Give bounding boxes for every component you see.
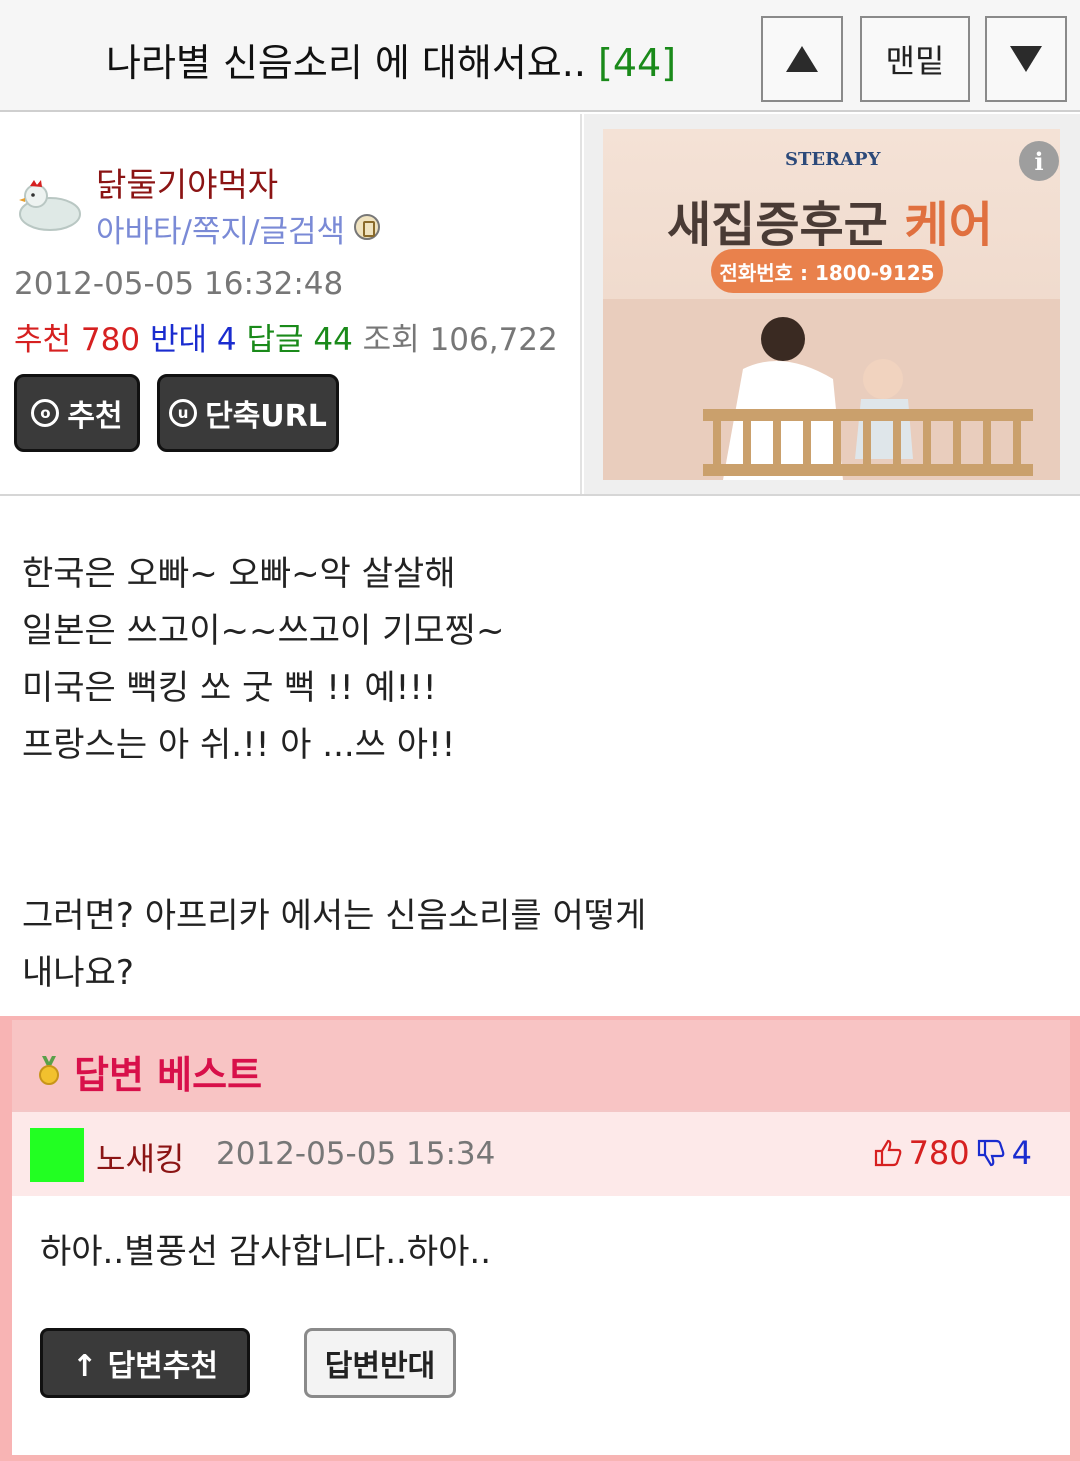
best-answer-header: 답변 베스트 xyxy=(12,1020,1070,1110)
post-datetime: 2012-05-05 16:32:48 xyxy=(14,266,344,302)
top-header-bar: 나라별 신음소리 에 대해서요.. [44] 맨밑 xyxy=(0,0,1080,112)
best-answer-section: 답변 베스트 노새킹 2012-05-05 15:34 780 4 하아..별풍… xyxy=(0,1016,1080,1461)
short-url-button-label: 단축URL xyxy=(205,399,327,434)
ad-phone: 전화번호 : 1800-9125 xyxy=(711,249,943,293)
post-spacer xyxy=(22,774,1062,888)
reply-count[interactable]: [44] xyxy=(598,41,676,85)
section-divider xyxy=(0,494,1080,496)
page-title: 나라별 신음소리 에 대해서요.. [44] xyxy=(106,32,676,87)
post-title: 나라별 신음소리 에 대해서요.. xyxy=(106,41,586,85)
post-body: 한국은 오빠~ 오빠~악 살살해 일본은 쓰고이~~쓰고이 기모찡~ 미국은 뻑… xyxy=(22,546,1062,1002)
ad-headline-accent: 케어 xyxy=(904,197,993,253)
reply-votes: 780 4 xyxy=(873,1134,1032,1172)
post-stats: 추천 780 반대 4 답글 44 조회 106,722 xyxy=(14,314,558,359)
reply-downvotes: 4 xyxy=(1011,1134,1032,1172)
go-bottom-button[interactable]: 맨밑 xyxy=(860,16,970,102)
best-answer-title: 답변 베스트 xyxy=(74,1053,263,1097)
thumbs-up-icon xyxy=(874,1139,901,1167)
ad-banner[interactable]: STERAPY 새집증후군 케어 전화번호 : 1800-9125 i xyxy=(603,129,1060,480)
info-icon[interactable]: i xyxy=(1019,141,1059,181)
reply-meta-bar: 노새킹 2012-05-05 15:34 780 4 xyxy=(12,1110,1070,1196)
reply-text: 하아..별풍선 감사합니다..하아.. xyxy=(40,1232,492,1272)
best-answer-body: 노새킹 2012-05-05 15:34 780 4 하아..별풍선 감사합니다… xyxy=(12,1110,1070,1455)
chicken-avatar-icon[interactable] xyxy=(16,174,82,234)
triangle-down-icon xyxy=(1010,46,1042,72)
reply-avatar[interactable] xyxy=(30,1128,84,1182)
circle-u-icon: u xyxy=(169,399,198,427)
views-label: 조회 xyxy=(362,322,420,358)
recommend-button-label: 추천 xyxy=(67,399,123,434)
post-line: 내나요? xyxy=(22,953,134,993)
medal-icon xyxy=(39,1056,59,1085)
post-line: 일본은 쓰고이~~쓰고이 기모찡~ xyxy=(22,611,505,651)
ad-headline: 새집증후군 케어 xyxy=(667,185,993,255)
ad-container: STERAPY 새집증후군 케어 전화번호 : 1800-9125 i xyxy=(584,114,1080,494)
post-line: 프랑스는 아 쉬.!! 아 ...쓰 아!! xyxy=(22,725,456,765)
scroll-down-button[interactable] xyxy=(985,16,1067,102)
short-url-button[interactable]: u 단축URL xyxy=(157,374,339,452)
ad-photo-illustration xyxy=(603,299,1060,480)
views-count: 106,722 xyxy=(429,322,558,358)
replies-count: 44 xyxy=(313,322,353,358)
oppose-count: 4 xyxy=(216,322,237,358)
ad-brand: STERAPY xyxy=(785,149,881,170)
recommend-button[interactable]: o 추천 xyxy=(14,374,140,452)
replies-label: 답글 xyxy=(246,322,304,358)
reply-upvotes: 780 xyxy=(908,1134,970,1172)
author-links[interactable]: 아바타/쪽지/글검색 xyxy=(96,206,345,251)
scroll-up-button[interactable] xyxy=(761,16,843,102)
thumbs-down-icon xyxy=(977,1139,1004,1167)
lock-badge-icon xyxy=(354,214,380,240)
oppose-label: 반대 xyxy=(149,322,207,358)
reply-author[interactable]: 노새킹 xyxy=(96,1134,184,1180)
post-line: 그러면? 아프리카 에서는 신음소리를 어떻게 xyxy=(22,896,647,936)
post-line: 미국은 뻑킹 쏘 굿 뻑 !! 예!!! xyxy=(22,668,437,708)
circle-o-icon: o xyxy=(31,399,60,427)
reply-datetime: 2012-05-05 15:34 xyxy=(216,1136,496,1172)
post-info-panel: 닭둘기야먹자 아바타/쪽지/글검색 2012-05-05 16:32:48 추천… xyxy=(0,114,582,494)
triangle-up-icon xyxy=(786,46,818,72)
author-name[interactable]: 닭둘기야먹자 xyxy=(96,158,278,206)
answer-downvote-button[interactable]: 답변반대 xyxy=(304,1328,456,1398)
answer-upvote-button[interactable]: ↑ 답변추천 xyxy=(40,1328,250,1398)
recommend-count: 780 xyxy=(80,322,141,358)
recommend-label: 추천 xyxy=(14,322,72,358)
ad-headline-main: 새집증후군 xyxy=(667,197,888,253)
post-line: 한국은 오빠~ 오빠~악 살살해 xyxy=(22,554,456,594)
